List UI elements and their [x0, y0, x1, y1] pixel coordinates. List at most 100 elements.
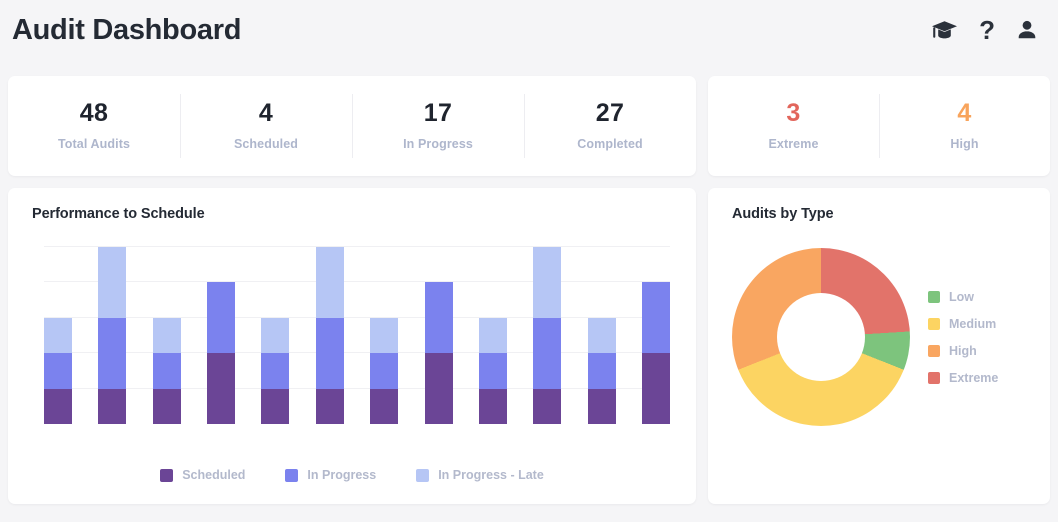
bar-series-container	[44, 247, 670, 424]
bar-segment	[370, 388, 399, 424]
legend-swatch	[160, 468, 174, 482]
bar-segment	[261, 317, 290, 354]
bar-column[interactable]	[641, 282, 670, 424]
page-header: Audit Dashboard ?	[0, 0, 1058, 60]
bar-column[interactable]	[478, 317, 507, 424]
bar-segment	[315, 247, 344, 318]
bar-column[interactable]	[424, 282, 453, 424]
bar-column[interactable]	[152, 317, 181, 424]
donut-chart-area: Low Medium High Extreme	[732, 248, 998, 426]
bar-chart-legend: Scheduled In Progress In Progress - Late	[8, 468, 696, 482]
bar-column[interactable]	[587, 317, 616, 424]
bar-segment	[478, 317, 507, 354]
bar-segment	[261, 353, 290, 389]
bar-segment	[207, 353, 236, 424]
kpi-value: 17	[423, 99, 453, 127]
legend-label: In Progress - Late	[438, 468, 544, 482]
kpi-value: 48	[79, 99, 109, 127]
bar-segment	[98, 388, 127, 424]
legend-label: Extreme	[949, 370, 999, 385]
donut-chart-legend: Low Medium High Extreme	[928, 290, 998, 385]
donut-center-hole	[777, 293, 865, 381]
bar-column[interactable]	[44, 317, 72, 424]
bar-segment	[44, 317, 72, 354]
bar-segment	[44, 353, 72, 389]
legend-item[interactable]: High	[928, 344, 998, 358]
kpi-value: 3	[786, 99, 801, 127]
page-title: Audit Dashboard	[12, 13, 242, 46]
bar-segment	[641, 282, 670, 354]
kpi-value: 4	[258, 99, 274, 127]
chart-title: Performance to Schedule	[32, 206, 205, 222]
bar-segment	[152, 317, 181, 354]
bar-segment	[533, 388, 562, 424]
legend-swatch	[928, 371, 940, 384]
graduation-cap-icon[interactable]	[931, 20, 958, 40]
legend-item[interactable]: In Progress - Late	[416, 468, 544, 482]
donut-chart[interactable]	[732, 248, 910, 426]
legend-label: In Progress	[307, 468, 377, 482]
kpi-in-progress[interactable]: 17 In Progress	[352, 76, 524, 176]
legend-label: High	[949, 343, 977, 358]
bar-segment	[44, 388, 72, 424]
user-account-icon[interactable]	[1016, 19, 1038, 41]
legend-item[interactable]: Low	[928, 290, 998, 304]
bar-column[interactable]	[207, 282, 236, 424]
charts-row: Performance to Schedule Scheduled In Prog…	[0, 188, 1058, 504]
legend-label: Scheduled	[182, 468, 246, 482]
bar-column[interactable]	[98, 247, 127, 424]
kpi-extreme[interactable]: 3 Extreme	[708, 76, 879, 176]
legend-item[interactable]: Scheduled	[160, 468, 245, 482]
bar-column[interactable]	[370, 317, 399, 424]
bar-segment	[533, 247, 562, 318]
bar-column[interactable]	[315, 247, 344, 424]
bar-segment	[587, 388, 616, 424]
header-actions: ?	[931, 17, 1038, 43]
kpi-total-audits[interactable]: 48 Total Audits	[8, 76, 180, 176]
bar-segment	[424, 353, 453, 424]
bar-segment	[370, 317, 399, 354]
legend-swatch	[928, 290, 940, 303]
risk-summary-card: 3 Extreme 4 High	[708, 76, 1050, 176]
kpi-completed[interactable]: 27 Completed	[524, 76, 696, 176]
bar-segment	[533, 317, 562, 389]
legend-swatch	[285, 468, 299, 482]
legend-item[interactable]: Medium	[928, 317, 998, 331]
bar-segment	[587, 353, 616, 389]
bar-segment	[98, 317, 127, 389]
bar-segment	[98, 247, 127, 318]
performance-to-schedule-card: Performance to Schedule Scheduled In Prog…	[8, 188, 696, 504]
audits-by-type-card: Audits by Type Low Medium High Extreme	[708, 188, 1050, 504]
legend-item[interactable]: Extreme	[928, 371, 998, 385]
kpi-high[interactable]: 4 High	[879, 76, 1050, 176]
kpi-label: Total Audits	[57, 137, 131, 151]
kpi-label: In Progress	[403, 137, 473, 151]
bar-segment	[152, 388, 181, 424]
legend-swatch	[928, 317, 940, 330]
bar-segment	[641, 353, 670, 424]
bar-segment	[587, 317, 616, 354]
kpi-value: 4	[957, 99, 972, 127]
bar-segment	[478, 353, 507, 389]
legend-label: Medium	[949, 316, 997, 331]
bar-segment	[424, 282, 453, 354]
bar-segment	[207, 282, 236, 354]
legend-label: Low	[949, 289, 974, 304]
bar-segment	[261, 388, 290, 424]
kpi-label: High	[950, 137, 979, 151]
legend-item[interactable]: In Progress	[285, 468, 376, 482]
bar-segment	[315, 317, 344, 389]
bar-column[interactable]	[533, 247, 562, 424]
help-question-icon[interactable]: ?	[979, 17, 995, 43]
kpi-label: Scheduled	[233, 137, 299, 151]
legend-swatch	[416, 468, 430, 482]
kpi-scheduled[interactable]: 4 Scheduled	[180, 76, 352, 176]
bar-segment	[370, 353, 399, 389]
bar-segment	[315, 388, 344, 424]
kpi-value: 27	[595, 99, 625, 127]
legend-swatch	[928, 344, 940, 357]
bar-column[interactable]	[261, 317, 290, 424]
audit-status-summary-card: 48 Total Audits 4 Scheduled 17 In Progre…	[8, 76, 696, 176]
bar-segment	[478, 388, 507, 424]
bar-chart-plot	[44, 246, 670, 424]
